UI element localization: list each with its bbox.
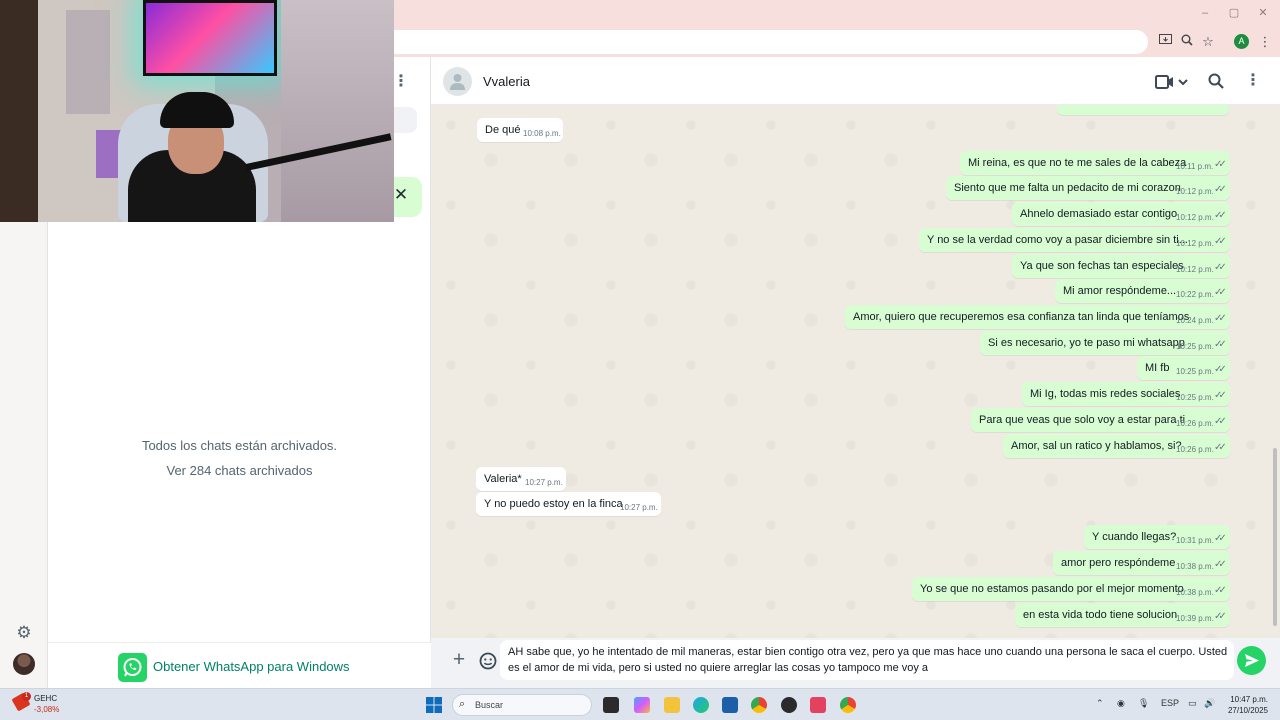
minimize-button[interactable]: – (1198, 6, 1212, 20)
close-banner-icon[interactable]: ✕ (392, 186, 410, 204)
search-icon: ⌕ (459, 698, 466, 710)
message-bubble[interactable]: Siento que me falta un pedacito de mi co… (946, 176, 1230, 200)
read-receipt-icon: ✓✓ (1214, 339, 1227, 350)
microphone-icon[interactable]: 🎙 (1138, 698, 1149, 709)
message-input-text: AH sabe que, yo he intentado de mil mane… (508, 646, 1228, 674)
read-receipt-icon: ✓✓ (1214, 442, 1227, 453)
task-view-icon[interactable] (603, 697, 619, 713)
browser-menu-icon[interactable]: ⋮ (1256, 33, 1274, 51)
message-bubble[interactable]: amor pero respóndeme 10:38 p.m. ✓✓ (1053, 551, 1230, 575)
system-clock[interactable]: 10:47 p.m. 27/10/2025 (1224, 694, 1268, 716)
file-explorer-icon[interactable] (664, 697, 680, 713)
send-button[interactable] (1237, 646, 1266, 675)
taskbar-search[interactable]: ⌕ Buscar (452, 694, 592, 716)
read-receipt-icon: ✓✓ (1214, 210, 1227, 221)
profile-avatar[interactable]: A (1234, 34, 1249, 49)
message-bubble[interactable]: Mi Ig, todas mis redes sociales 10:25 p.… (1022, 382, 1230, 406)
maximize-button[interactable]: ▢ (1227, 6, 1241, 20)
contact-name[interactable]: Vvaleria (483, 74, 530, 89)
view-archived-link[interactable]: Ver 284 chats archivados (48, 463, 431, 478)
settings-gear-icon[interactable]: ⚙ (14, 623, 34, 643)
volume-icon[interactable]: 🔊 (1204, 698, 1215, 709)
wifi-icon[interactable]: ▭ (1188, 698, 1197, 709)
message-bubble[interactable]: Ya que son fechas tan especiales 10:12 p… (1012, 254, 1230, 278)
message-bubble[interactable]: Y no se la verdad como voy a pasar dicie… (919, 228, 1230, 252)
read-receipt-icon: ✓✓ (1214, 313, 1227, 324)
copilot-icon[interactable] (634, 697, 650, 713)
sticker-emoji-icon[interactable] (479, 652, 497, 670)
stock-ticker: GEHC (34, 694, 58, 703)
app-icon[interactable] (781, 697, 797, 713)
tray-overflow-icon[interactable]: ⌃ (1096, 698, 1104, 709)
compose-bar: + AH sabe que, yo he intentado de mil ma… (431, 638, 1280, 688)
message-bubble[interactable]: Valeria* 10:27 p.m. (476, 467, 566, 491)
message-bubble[interactable]: Y no puedo estoy en la finca 10:27 p.m. (476, 492, 661, 516)
chat-menu-icon[interactable]: ⋮ (1245, 71, 1261, 91)
attach-plus-icon[interactable]: + (450, 649, 468, 671)
message-input[interactable]: AH sabe que, yo he intentado de mil mane… (500, 640, 1234, 680)
read-receipt-icon: ✓✓ (1214, 159, 1227, 170)
archived-status-text: Todos los chats están archivados. (141, 438, 338, 453)
chat-header: Vvaleria ⋮ (431, 57, 1280, 105)
message-bubble[interactable]: De qué 10:08 p.m. (477, 118, 563, 142)
read-receipt-icon: ✓✓ (1214, 236, 1227, 247)
user-avatar[interactable] (13, 653, 35, 675)
store-icon[interactable] (722, 697, 738, 713)
read-receipt-icon: ✓✓ (1214, 364, 1227, 375)
contact-avatar[interactable] (443, 67, 472, 96)
close-window-button[interactable]: ✕ (1256, 6, 1270, 20)
notification-badge: 1 (22, 692, 31, 701)
message-bubble[interactable]: en esta vida todo tiene solucion 10:39 p… (1015, 603, 1230, 627)
stock-change: -3,08% (34, 705, 60, 714)
windows-start-icon[interactable] (426, 697, 442, 713)
message-bubble[interactable]: Y cuando llegas? 10:31 p.m. ✓✓ (1084, 525, 1230, 549)
message-bubble[interactable]: Si es necesario, yo te paso mi whatsapp … (980, 331, 1230, 355)
message-bubble (1057, 105, 1229, 115)
windows-taskbar: 1 GEHC -3,08% ⌕ Buscar ⌃ ◉ 🎙 ESP ▭ 🔊 10:… (0, 688, 1280, 720)
chrome-profile-icon[interactable] (840, 697, 856, 713)
list-menu-icon[interactable]: ⋮ (393, 72, 409, 92)
get-whatsapp-banner[interactable]: Obtener WhatsApp para Windows (48, 642, 431, 688)
edge-icon[interactable] (693, 697, 709, 713)
message-bubble[interactable]: Ahnelo demasiado estar contigo 10:12 p.m… (1012, 202, 1230, 226)
read-receipt-icon: ✓✓ (1214, 184, 1227, 195)
message-bubble[interactable]: Yo se que no estamos pasando por el mejo… (912, 577, 1230, 601)
message-bubble[interactable]: Para que veas que solo voy a estar para … (971, 408, 1230, 432)
chat-scrollbar[interactable] (1273, 448, 1277, 626)
search-icon[interactable] (1207, 72, 1225, 90)
message-bubble[interactable]: Mi amor respóndeme... 10:22 p.m. ✓✓ (1055, 279, 1230, 303)
whatsapp-logo-icon (118, 653, 147, 682)
message-bubble[interactable]: Mi reina, es que no te me sales de la ca… (960, 151, 1230, 175)
install-app-icon[interactable] (1156, 33, 1174, 51)
read-receipt-icon: ✓✓ (1214, 416, 1227, 427)
message-bubble[interactable]: Amor, sal un ratico y hablamos, si? 10:2… (1003, 434, 1230, 458)
read-receipt-icon: ✓✓ (1214, 559, 1227, 570)
read-receipt-icon: ✓✓ (1214, 533, 1227, 544)
chrome-icon[interactable] (751, 697, 767, 713)
read-receipt-icon: ✓✓ (1214, 611, 1227, 622)
get-whatsapp-label: Obtener WhatsApp para Windows (153, 659, 350, 674)
webcam-overlay (0, 0, 394, 222)
read-receipt-icon: ✓✓ (1214, 585, 1227, 596)
tiktok-icon[interactable] (810, 697, 826, 713)
read-receipt-icon: ✓✓ (1214, 390, 1227, 401)
video-call-icon[interactable] (1155, 73, 1191, 91)
bookmark-star-icon[interactable]: ☆ (1199, 33, 1217, 51)
zoom-icon[interactable] (1178, 33, 1196, 51)
read-receipt-icon: ✓✓ (1214, 262, 1227, 273)
network-status-icon[interactable]: ◉ (1117, 698, 1125, 709)
message-bubble[interactable]: MI fb 10:25 p.m. ✓✓ (1137, 356, 1230, 380)
message-area: De qué 10:08 p.m. Mi reina, es que no te… (431, 105, 1280, 638)
message-bubble[interactable]: Amor, quiero que recuperemos esa confian… (845, 305, 1230, 329)
read-receipt-icon: ✓✓ (1214, 287, 1227, 298)
language-indicator[interactable]: ESP (1161, 698, 1179, 708)
